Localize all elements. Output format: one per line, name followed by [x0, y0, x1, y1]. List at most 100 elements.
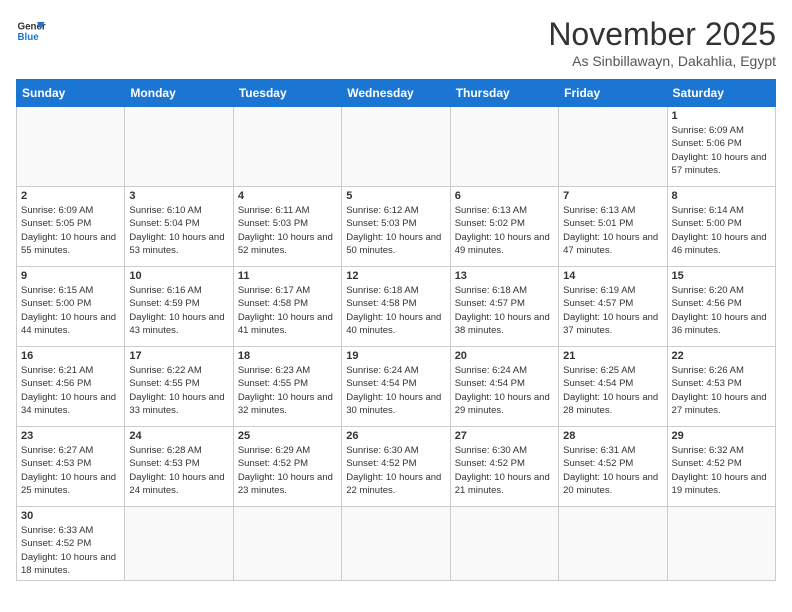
day-info: Sunrise: 6:10 AM Sunset: 5:04 PM Dayligh… [129, 204, 228, 257]
day-number: 15 [672, 270, 771, 282]
calendar-cell: 25 Sunrise: 6:29 AM Sunset: 4:52 PM Dayli… [233, 427, 341, 507]
day-info: Sunrise: 6:30 AM Sunset: 4:52 PM Dayligh… [455, 444, 554, 497]
day-number: 30 [21, 510, 120, 522]
calendar-cell [17, 107, 125, 187]
day-info: Sunrise: 6:13 AM Sunset: 5:02 PM Dayligh… [455, 204, 554, 257]
day-info: Sunrise: 6:32 AM Sunset: 4:52 PM Dayligh… [672, 444, 771, 497]
day-number: 18 [238, 350, 337, 362]
weekday-header-tuesday: Tuesday [233, 80, 341, 107]
day-number: 5 [346, 190, 445, 202]
calendar-cell: 11Sunrise: 6:17 AM Sunset: 4:58 PM Dayli… [233, 267, 341, 347]
day-number: 22 [672, 350, 771, 362]
calendar-cell: 23 Sunrise: 6:27 AM Sunset: 4:53 PM Dayli… [17, 427, 125, 507]
calendar-cell: 28 Sunrise: 6:31 AM Sunset: 4:52 PM Dayli… [559, 427, 667, 507]
calendar-cell: 13Sunrise: 6:18 AM Sunset: 4:57 PM Dayli… [450, 267, 558, 347]
month-title: November 2025 [548, 16, 776, 53]
calendar-cell: 18 Sunrise: 6:23 AM Sunset: 4:55 PM Dayli… [233, 347, 341, 427]
calendar-cell [125, 507, 233, 581]
calendar-cell [233, 507, 341, 581]
day-info: Sunrise: 6:24 AM Sunset: 4:54 PM Dayligh… [346, 364, 445, 417]
day-info: Sunrise: 6:29 AM Sunset: 4:52 PM Dayligh… [238, 444, 337, 497]
day-number: 9 [21, 270, 120, 282]
weekday-row: SundayMondayTuesdayWednesdayThursdayFrid… [17, 80, 776, 107]
day-info: Sunrise: 6:27 AM Sunset: 4:53 PM Dayligh… [21, 444, 120, 497]
calendar-cell: 9Sunrise: 6:15 AM Sunset: 5:00 PM Daylig… [17, 267, 125, 347]
day-info: Sunrise: 6:16 AM Sunset: 4:59 PM Dayligh… [129, 284, 228, 337]
day-number: 29 [672, 430, 771, 442]
calendar-week-2: 2Sunrise: 6:09 AM Sunset: 5:05 PM Daylig… [17, 187, 776, 267]
day-info: Sunrise: 6:11 AM Sunset: 5:03 PM Dayligh… [238, 204, 337, 257]
calendar-cell [233, 107, 341, 187]
weekday-header-friday: Friday [559, 80, 667, 107]
day-info: Sunrise: 6:26 AM Sunset: 4:53 PM Dayligh… [672, 364, 771, 417]
calendar-cell: 27Sunrise: 6:30 AM Sunset: 4:52 PM Dayli… [450, 427, 558, 507]
calendar-cell [559, 107, 667, 187]
day-info: Sunrise: 6:23 AM Sunset: 4:55 PM Dayligh… [238, 364, 337, 417]
calendar-cell: 20Sunrise: 6:24 AM Sunset: 4:54 PM Dayli… [450, 347, 558, 427]
calendar-cell: 2Sunrise: 6:09 AM Sunset: 5:05 PM Daylig… [17, 187, 125, 267]
svg-text:Blue: Blue [18, 32, 40, 43]
calendar-week-4: 16 Sunrise: 6:21 AM Sunset: 4:56 PM Dayli… [17, 347, 776, 427]
day-info: Sunrise: 6:21 AM Sunset: 4:56 PM Dayligh… [21, 364, 120, 417]
day-info: Sunrise: 6:14 AM Sunset: 5:00 PM Dayligh… [672, 204, 771, 257]
day-number: 21 [563, 350, 662, 362]
calendar-cell: 7Sunrise: 6:13 AM Sunset: 5:01 PM Daylig… [559, 187, 667, 267]
day-info: Sunrise: 6:19 AM Sunset: 4:57 PM Dayligh… [563, 284, 662, 337]
weekday-header-thursday: Thursday [450, 80, 558, 107]
day-number: 8 [672, 190, 771, 202]
day-number: 24 [129, 430, 228, 442]
day-number: 20 [455, 350, 554, 362]
day-number: 12 [346, 270, 445, 282]
calendar-week-1: 1 Sunrise: 6:09 AM Sunset: 5:06 PM Daylig… [17, 107, 776, 187]
calendar-cell: 12 Sunrise: 6:18 AM Sunset: 4:58 PM Dayli… [342, 267, 450, 347]
day-number: 26 [346, 430, 445, 442]
calendar-cell: 29 Sunrise: 6:32 AM Sunset: 4:52 PM Dayli… [667, 427, 775, 507]
day-info: Sunrise: 6:09 AM Sunset: 5:05 PM Dayligh… [21, 204, 120, 257]
day-info: Sunrise: 6:33 AM Sunset: 4:52 PM Dayligh… [21, 524, 120, 577]
logo: General Blue [16, 16, 46, 46]
day-number: 23 [21, 430, 120, 442]
day-number: 14 [563, 270, 662, 282]
calendar-cell: 15Sunrise: 6:20 AM Sunset: 4:56 PM Dayli… [667, 267, 775, 347]
day-number: 25 [238, 430, 337, 442]
weekday-header-sunday: Sunday [17, 80, 125, 107]
day-number: 3 [129, 190, 228, 202]
calendar-cell: 4 Sunrise: 6:11 AM Sunset: 5:03 PM Daylig… [233, 187, 341, 267]
day-info: Sunrise: 6:25 AM Sunset: 4:54 PM Dayligh… [563, 364, 662, 417]
title-block: November 2025 As Sinbillawayn, Dakahlia,… [548, 16, 776, 69]
day-info: Sunrise: 6:12 AM Sunset: 5:03 PM Dayligh… [346, 204, 445, 257]
calendar-cell [559, 507, 667, 581]
calendar-cell [450, 107, 558, 187]
calendar-week-5: 23 Sunrise: 6:27 AM Sunset: 4:53 PM Dayli… [17, 427, 776, 507]
day-number: 6 [455, 190, 554, 202]
day-number: 19 [346, 350, 445, 362]
day-info: Sunrise: 6:17 AM Sunset: 4:58 PM Dayligh… [238, 284, 337, 337]
calendar-cell: 22 Sunrise: 6:26 AM Sunset: 4:53 PM Dayli… [667, 347, 775, 427]
calendar-cell: 10 Sunrise: 6:16 AM Sunset: 4:59 PM Dayli… [125, 267, 233, 347]
calendar-cell: 17Sunrise: 6:22 AM Sunset: 4:55 PM Dayli… [125, 347, 233, 427]
calendar-cell: 14 Sunrise: 6:19 AM Sunset: 4:57 PM Dayli… [559, 267, 667, 347]
logo-icon: General Blue [16, 16, 46, 46]
calendar-cell: 30 Sunrise: 6:33 AM Sunset: 4:52 PM Dayli… [17, 507, 125, 581]
day-info: Sunrise: 6:31 AM Sunset: 4:52 PM Dayligh… [563, 444, 662, 497]
weekday-header-wednesday: Wednesday [342, 80, 450, 107]
day-number: 1 [672, 110, 771, 122]
day-number: 16 [21, 350, 120, 362]
calendar-cell: 5 Sunrise: 6:12 AM Sunset: 5:03 PM Daylig… [342, 187, 450, 267]
day-info: Sunrise: 6:30 AM Sunset: 4:52 PM Dayligh… [346, 444, 445, 497]
day-info: Sunrise: 6:09 AM Sunset: 5:06 PM Dayligh… [672, 124, 771, 177]
calendar-cell: 1 Sunrise: 6:09 AM Sunset: 5:06 PM Daylig… [667, 107, 775, 187]
calendar-cell [450, 507, 558, 581]
calendar-week-6: 30 Sunrise: 6:33 AM Sunset: 4:52 PM Dayli… [17, 507, 776, 581]
day-info: Sunrise: 6:13 AM Sunset: 5:01 PM Dayligh… [563, 204, 662, 257]
calendar-cell: 19 Sunrise: 6:24 AM Sunset: 4:54 PM Dayli… [342, 347, 450, 427]
page-header: General Blue November 2025 As Sinbillawa… [16, 16, 776, 69]
calendar-body: 1 Sunrise: 6:09 AM Sunset: 5:06 PM Daylig… [17, 107, 776, 581]
day-number: 13 [455, 270, 554, 282]
location-subtitle: As Sinbillawayn, Dakahlia, Egypt [548, 53, 776, 69]
day-number: 10 [129, 270, 228, 282]
day-number: 28 [563, 430, 662, 442]
weekday-header-monday: Monday [125, 80, 233, 107]
day-number: 4 [238, 190, 337, 202]
day-info: Sunrise: 6:18 AM Sunset: 4:58 PM Dayligh… [346, 284, 445, 337]
